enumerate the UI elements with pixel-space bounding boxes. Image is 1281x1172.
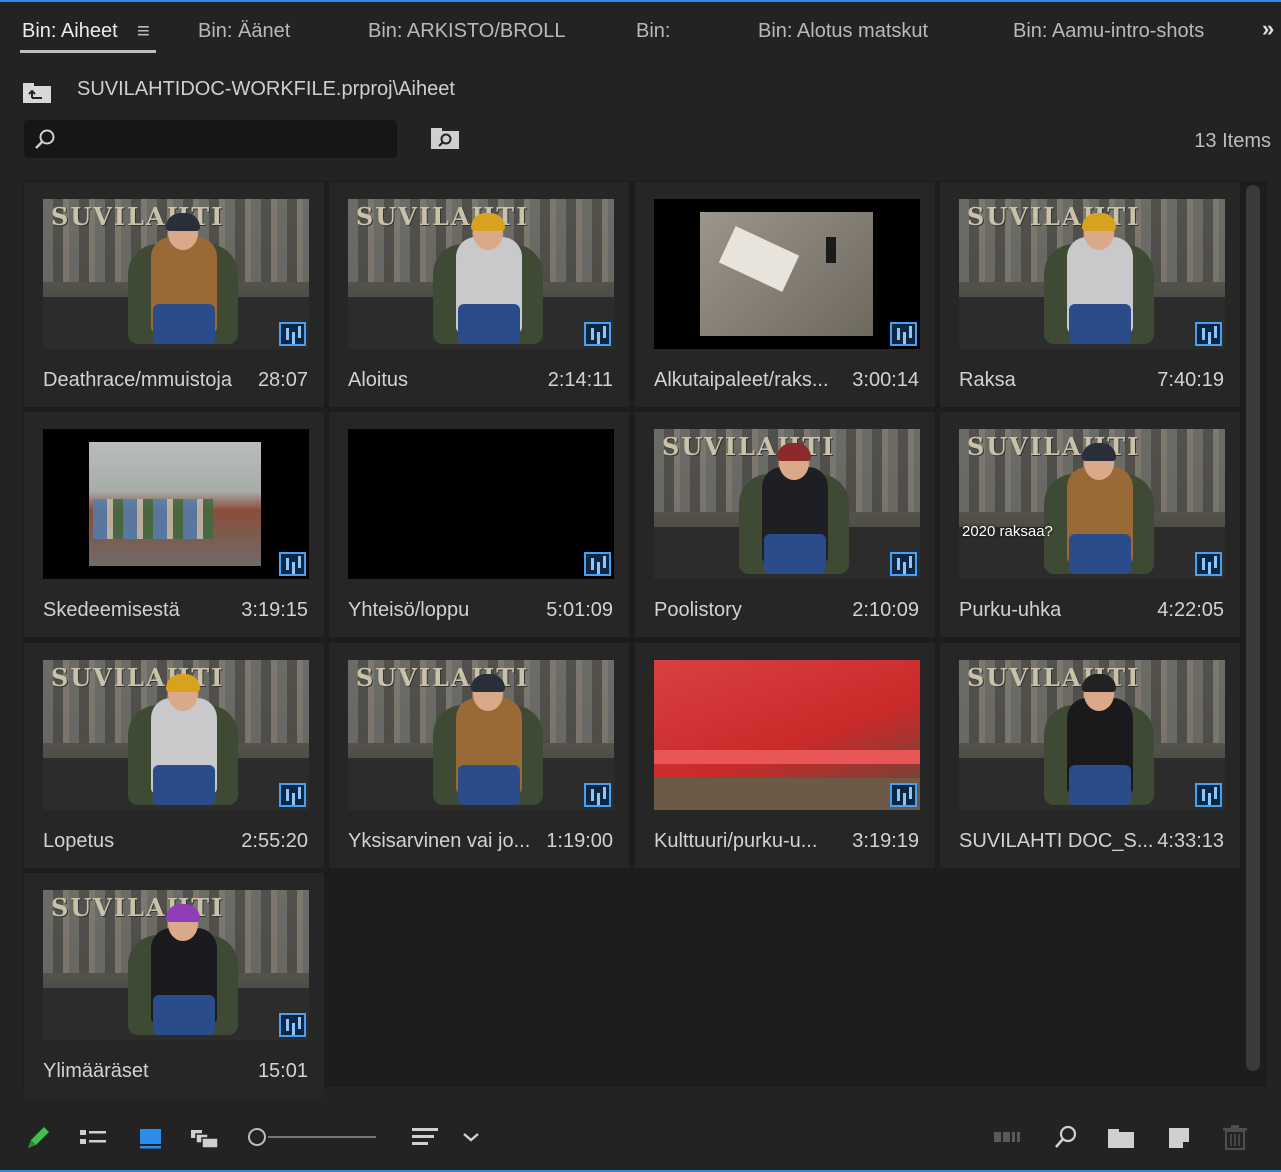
icon-view-icon[interactable] [136,1124,166,1150]
sequence-icon [279,783,306,807]
item-thumbnail[interactable]: SUVILAHTI [348,660,614,810]
item-thumbnail[interactable]: SUVILAHTI [43,890,309,1040]
zoom-slider-track[interactable] [268,1136,376,1138]
bin-item[interactable]: SUVILAHTI Aloitus 2:14:11 [329,182,629,407]
sort-icon[interactable] [410,1124,440,1150]
item-name[interactable]: Skedeemisestä [43,599,180,622]
panel-menu-icon[interactable]: ≡ [137,18,150,44]
item-duration: 4:33:13 [1157,830,1224,852]
sequence-icon [279,1013,306,1037]
search-box[interactable] [24,120,397,158]
bin-item[interactable]: Yhteisö/loppu 5:01:09 [329,412,629,637]
item-name[interactable]: Yksisarvinen vai jo... [348,830,530,853]
tab-alotus-matskut[interactable]: Bin: Alotus matskut [758,20,928,43]
trash-icon [1223,1125,1247,1150]
item-duration: 5:01:09 [546,599,613,621]
sequence-icon [890,552,917,576]
bin-item[interactable]: SUVILAHTI Lopetus 2:55:20 [24,643,324,868]
sequence-icon [584,783,611,807]
bin-item[interactable]: Kulttuuri/purku-u... 3:19:19 [635,643,935,868]
item-thumbnail[interactable] [654,660,920,810]
item-duration: 2:10:09 [852,599,919,621]
sequence-icon [1195,322,1222,346]
bin-item[interactable]: SUVILAHTI Ylimääräset 15:01 [24,873,324,1098]
item-thumbnail[interactable] [348,429,614,579]
freeform-view-icon[interactable] [190,1124,220,1150]
item-name[interactable]: Lopetus [43,830,114,853]
bin-item[interactable]: SUVILAHTI 2020 raksaa? Purku-uhka 4:22:05 [940,412,1240,637]
bin-item[interactable]: Alkutaipaleet/raks... 3:00:14 [635,182,935,407]
new-bin-icon[interactable] [1106,1124,1136,1150]
bottom-toolbar [0,1112,1281,1162]
new-item-icon[interactable] [1164,1124,1194,1150]
item-duration: 2:55:20 [241,830,308,852]
sequence-icon [1195,552,1222,576]
sequence-icon [279,552,306,576]
item-duration: 3:00:14 [852,369,919,391]
sequence-icon [1195,783,1222,807]
pencil-icon[interactable] [24,1124,54,1150]
bin-item[interactable]: Skedeemisestä 3:19:15 [24,412,324,637]
vertical-scrollbar[interactable] [1246,185,1260,1071]
item-duration: 3:19:15 [241,599,308,621]
item-name[interactable]: Raksa [959,369,1016,392]
item-name[interactable]: Alkutaipaleet/raks... [654,369,829,392]
find-in-bin-icon[interactable] [430,126,460,150]
search-input[interactable] [64,126,384,152]
item-duration: 4:22:05 [1157,599,1224,621]
item-duration: 28:07 [257,369,308,391]
item-name[interactable]: Aloitus [348,369,408,392]
item-thumbnail[interactable] [654,199,920,349]
item-name[interactable]: Poolistory [654,599,742,622]
thumbnail-caption: 2020 raksaa? [962,523,1053,540]
item-name[interactable]: Ylimääräset [43,1060,149,1083]
project-panel: Bin: Aiheet ≡ Bin: Äänet Bin: ARKISTO/BR… [0,0,1281,1172]
item-duration: 3:19:19 [852,830,919,852]
active-tab-indicator [20,50,156,53]
sequence-icon [890,783,917,807]
item-thumbnail[interactable]: SUVILAHTI [348,199,614,349]
tab-aamu-intro-shots[interactable]: Bin: Aamu-intro-shots [1013,20,1204,43]
list-view-icon[interactable] [78,1124,108,1150]
sequence-icon [584,322,611,346]
item-name[interactable]: Purku-uhka [959,599,1061,622]
tab-bar: Bin: Aiheet ≡ Bin: Äänet Bin: ARKISTO/BR… [0,2,1281,56]
item-thumbnail[interactable]: SUVILAHTI [43,199,309,349]
item-duration: 2:14:11 [547,369,613,391]
sequence-icon [279,322,306,346]
automate-to-sequence-icon [994,1132,1020,1142]
item-thumbnail[interactable]: SUVILAHTI [959,660,1225,810]
sequence-icon [890,322,917,346]
item-name[interactable]: Deathrace/mmuistoja [43,369,232,392]
chevron-down-icon[interactable] [456,1124,486,1150]
bin-item[interactable]: SUVILAHTI Deathrace/mmuistoja 28:07 [24,182,324,407]
item-name[interactable]: Kulttuuri/purku-u... [654,830,817,853]
parent-bin-icon[interactable] [22,82,52,104]
tab-bin-empty[interactable]: Bin: [636,20,670,43]
tab-aiheet[interactable]: Bin: Aiheet [22,20,118,43]
item-thumbnail[interactable] [43,429,309,579]
sequence-icon [584,552,611,576]
search-icon [35,129,55,149]
item-name[interactable]: Yhteisö/loppu [348,599,469,622]
bin-item[interactable]: SUVILAHTI Yksisarvinen vai jo... 1:19:00 [329,643,629,868]
bin-item[interactable]: SUVILAHTI SUVILAHTI DOC_S... 4:33:13 [940,643,1240,868]
tab-arkisto-broll[interactable]: Bin: ARKISTO/BROLL [368,20,566,43]
items-count: 13 Items [1194,130,1271,152]
item-duration: 15:01 [257,1060,308,1082]
item-thumbnail[interactable]: SUVILAHTI [654,429,920,579]
tab-aanet[interactable]: Bin: Äänet [198,20,290,43]
tab-overflow-icon[interactable]: » [1262,16,1274,42]
bin-item[interactable]: SUVILAHTI Raksa 7:40:19 [940,182,1240,407]
item-name[interactable]: SUVILAHTI DOC_S... [959,830,1154,853]
bin-path: SUVILAHTIDOC-WORKFILE.prproj\Aiheet [77,78,455,100]
bin-item[interactable]: SUVILAHTI Poolistory 2:10:09 [635,412,935,637]
zoom-slider-handle[interactable] [248,1128,266,1146]
item-thumbnail[interactable]: SUVILAHTI [959,199,1225,349]
item-duration: 1:19:00 [546,830,613,852]
find-icon[interactable] [1051,1124,1081,1150]
item-thumbnail[interactable]: SUVILAHTI [43,660,309,810]
item-duration: 7:40:19 [1157,369,1224,391]
item-thumbnail[interactable]: SUVILAHTI 2020 raksaa? [959,429,1225,579]
